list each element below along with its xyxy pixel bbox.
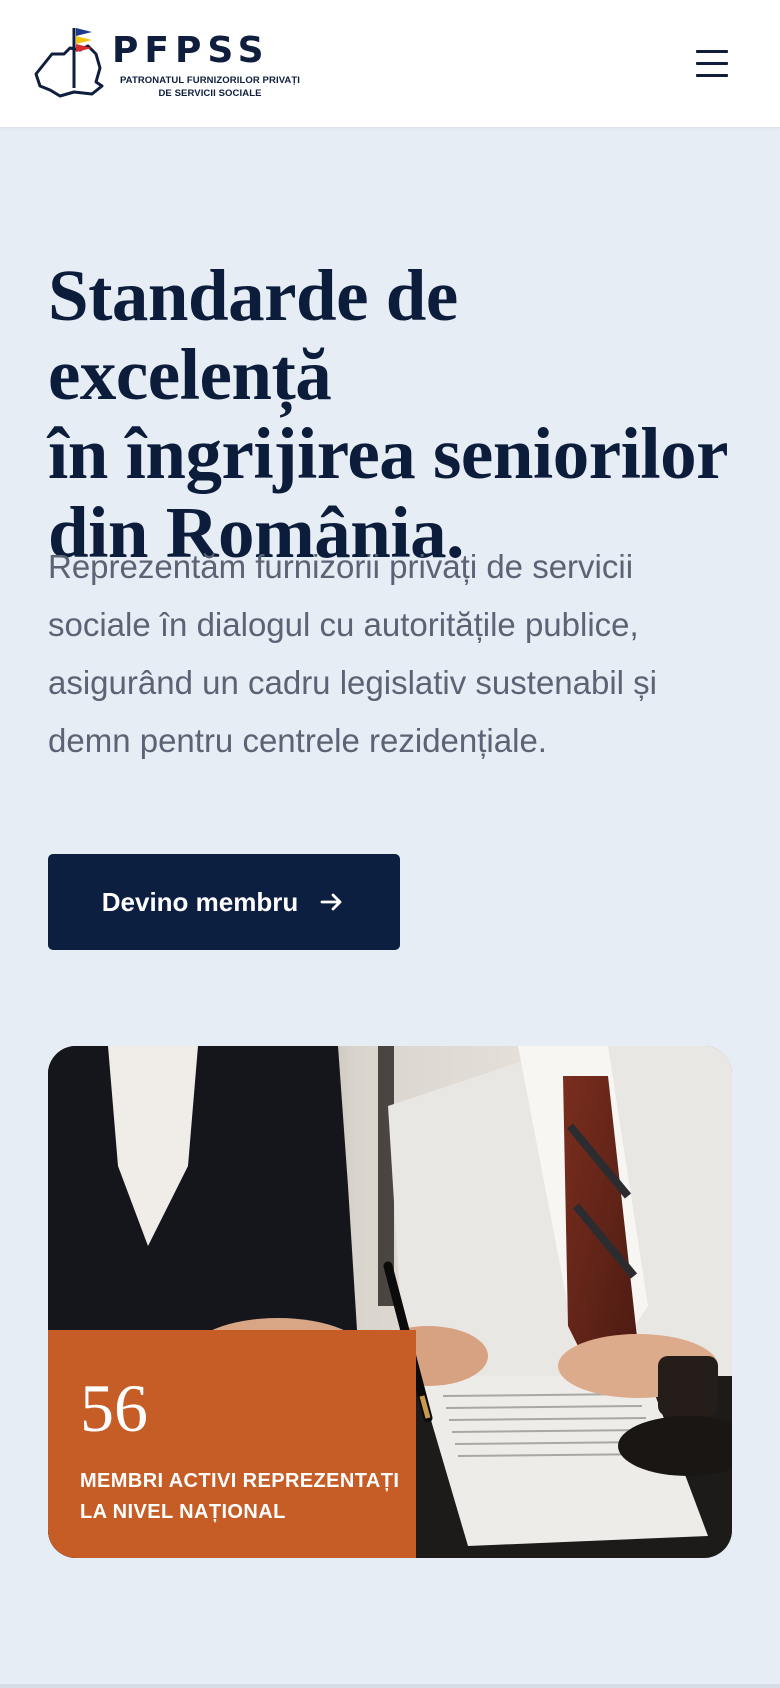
logo-subtitle: PATRONATUL FURNIZORILOR PRIVAȚI DE SERVI… [119, 75, 301, 99]
site-logo[interactable]: PFPSS PATRONATUL FURNIZORILOR PRIVAȚI DE… [30, 24, 300, 104]
members-count: 56 [80, 1370, 148, 1446]
hamburger-menu-icon [696, 74, 728, 77]
menu-button[interactable] [690, 44, 734, 84]
hamburger-menu-icon [696, 62, 728, 65]
romania-map-flag-icon [34, 28, 104, 98]
become-member-button[interactable]: Devino membru [48, 854, 400, 950]
section-divider [0, 1684, 780, 1688]
hero-title: Standarde de excelență în îngrijirea sen… [48, 255, 729, 573]
members-stat-label: MEMBRI ACTIVI REPREZENTAȚI LA NIVEL NAȚI… [80, 1470, 400, 1523]
hero-photo-card: 56 MEMBRI ACTIVI REPREZENTAȚI LA NIVEL N… [48, 1046, 732, 1558]
hamburger-menu-icon [696, 50, 728, 53]
arrow-right-icon [320, 893, 342, 911]
members-stat-box: 56 MEMBRI ACTIVI REPREZENTAȚI LA NIVEL N… [48, 1330, 416, 1558]
site-header: PFPSS PATRONATUL FURNIZORILOR PRIVAȚI DE… [0, 0, 780, 128]
hero-description: Reprezentăm furnizorii privați de servic… [48, 548, 658, 759]
logo-wordmark: PFPSS [112, 30, 270, 71]
become-member-label: Devino membru [101, 886, 299, 917]
